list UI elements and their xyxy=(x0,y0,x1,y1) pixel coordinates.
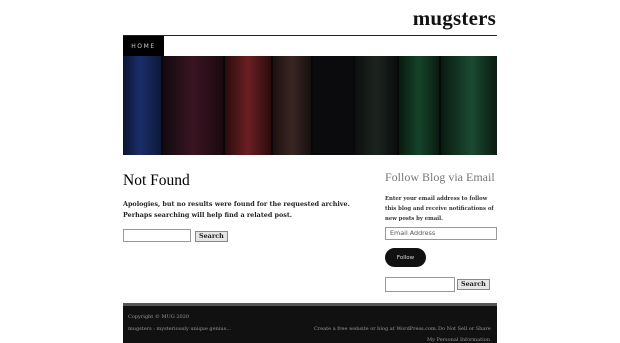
wordpress-link[interactable]: Create a free website or blog at WordPre… xyxy=(314,326,437,332)
book-spine xyxy=(355,56,397,155)
book-spine xyxy=(123,56,161,155)
footer-tagline: mugsters : mysteriously unique genius... xyxy=(128,326,231,332)
sidebar-search-button[interactable]: Search xyxy=(457,279,490,290)
book-spine xyxy=(313,56,353,155)
not-found-message: Apologies, but no results were found for… xyxy=(123,200,350,219)
nav-item-home[interactable]: HOME xyxy=(123,36,164,56)
search-input[interactable] xyxy=(123,229,191,242)
book-spine xyxy=(273,56,311,155)
page-title: Not Found xyxy=(123,172,190,189)
sidebar-search-input[interactable] xyxy=(385,277,455,292)
book-spine xyxy=(441,56,497,155)
search-button[interactable]: Search xyxy=(195,231,228,242)
header-image xyxy=(123,56,497,155)
email-field[interactable]: Email Address xyxy=(385,227,497,240)
follow-widget-title: Follow Blog via Email xyxy=(385,170,495,184)
personal-info-link[interactable]: My Personal Information xyxy=(427,337,490,343)
follow-button[interactable]: Follow xyxy=(385,248,426,267)
book-spine xyxy=(399,56,439,155)
main-nav: HOME xyxy=(123,35,497,56)
follow-widget-text: Enter your email address to follow this … xyxy=(385,196,494,222)
footer: Copyright © MUG 2020 mugsters : mysterio… xyxy=(123,303,497,343)
book-spine xyxy=(225,56,271,155)
do-not-sell-link[interactable]: Do Not Sell or Share xyxy=(438,326,491,332)
book-spine xyxy=(163,56,223,155)
site-title[interactable]: mugsters xyxy=(413,6,496,31)
footer-copyright: Copyright © MUG 2020 xyxy=(128,314,190,320)
